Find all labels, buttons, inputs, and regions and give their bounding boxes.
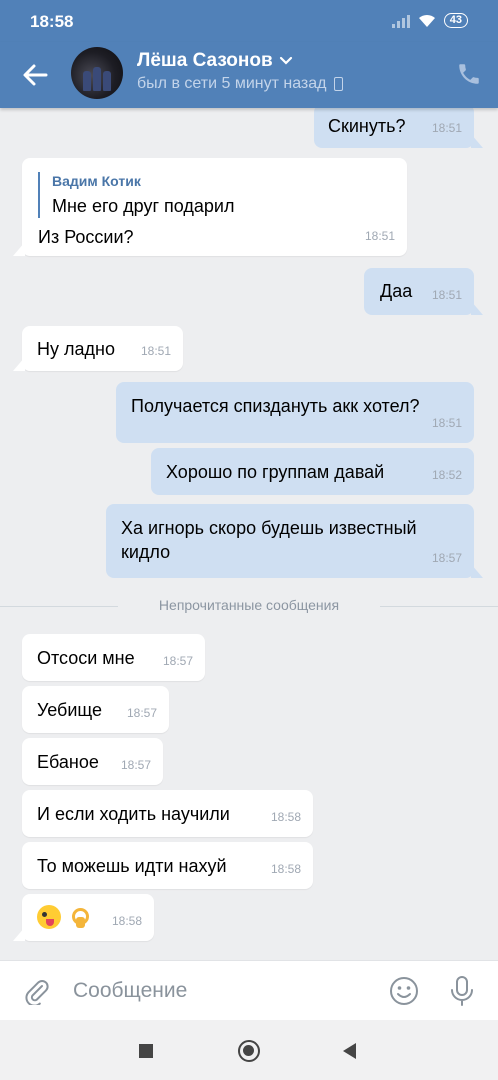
message-incoming[interactable]: Вадим Котик Мне его друг подарил Из Росс… [13, 158, 407, 256]
message-text: Хорошо по группам давай [166, 462, 385, 482]
message-text: И если ходить научили [37, 804, 230, 824]
message-incoming[interactable]: То можешь идти нахуй 18:58 [22, 842, 313, 889]
online-status-text: был в сети 5 минут назад [137, 75, 327, 92]
status-time: 18:58 [30, 12, 74, 31]
quote-author: Вадим Котик [52, 173, 141, 189]
status-bar: 18:58 43 [0, 0, 498, 42]
message-text-line-1: Ха игнорь скоро будешь известный [121, 518, 417, 538]
message-time: 18:57 [431, 551, 462, 565]
message-outgoing[interactable]: Скинуть? 18:51 [314, 108, 483, 148]
paperclip-icon[interactable] [22, 977, 50, 1005]
contact-name-text: Лёша Сазонов [137, 50, 273, 71]
message-text: Ну ладно [37, 339, 115, 359]
crazy-face-emoji-icon [37, 905, 61, 929]
recent-apps-icon[interactable] [139, 1044, 153, 1058]
unread-divider: Непрочитанные сообщения [0, 594, 498, 618]
message-time: 18:57 [120, 758, 151, 772]
back-arrow-icon[interactable] [20, 60, 50, 90]
message-incoming[interactable]: Уебище 18:57 [22, 686, 169, 733]
message-time: 18:52 [431, 468, 462, 482]
message-incoming[interactable]: Ебаное 18:57 [22, 738, 163, 785]
online-status: был в сети 5 минут назад [137, 75, 344, 93]
contact-name[interactable]: Лёша Сазонов [137, 50, 293, 72]
message-text: Скинуть? [328, 116, 406, 136]
system-nav-bar [0, 1020, 498, 1080]
ok-hand-emoji-icon [66, 905, 90, 929]
signal-icon [391, 14, 410, 28]
quote-text: Мне его друг подарил [52, 196, 235, 216]
chat-header: Лёша Сазонов был в сети 5 минут назад [0, 42, 498, 108]
message-text: Отсоси мне [37, 648, 135, 668]
message-time: 18:57 [126, 706, 157, 720]
message-time: 18:51 [140, 344, 171, 358]
message-time: 18:51 [431, 416, 462, 430]
message-text-line-2: кидло [121, 542, 171, 562]
message-time: 18:58 [270, 810, 301, 824]
reply-quote[interactable]: Вадим Котик Мне его друг подарил [38, 172, 234, 218]
message-incoming[interactable]: Отсоси мне 18:57 [22, 634, 205, 681]
battery-icon: 43 [443, 13, 468, 28]
unread-divider-label: Непрочитанные сообщения [158, 597, 340, 613]
message-incoming[interactable]: И если ходить научили 18:58 [22, 790, 313, 837]
wifi-icon [418, 14, 435, 27]
emoji-row [37, 905, 90, 929]
phone-call-icon[interactable] [456, 61, 482, 87]
message-feed[interactable]: Скинуть? 18:51 Вадим Котик Мне его друг … [0, 108, 498, 960]
message-time: 18:58 [111, 914, 142, 928]
message-input[interactable]: Сообщение [73, 979, 187, 1003]
message-text: Ебаное [37, 752, 99, 772]
mobile-device-icon [334, 77, 344, 91]
message-time: 18:51 [364, 229, 395, 243]
message-time: 18:57 [162, 654, 193, 668]
home-icon[interactable] [238, 1040, 260, 1062]
message-incoming[interactable]: 18:58 [13, 894, 154, 941]
message-text: Даа [380, 281, 413, 301]
message-outgoing[interactable]: Даа 18:51 [364, 268, 483, 315]
message-outgoing[interactable]: Ха игнорь скоро будешь известный кидло 1… [106, 504, 483, 578]
message-incoming[interactable]: Ну ладно 18:51 [13, 326, 183, 371]
message-text: Уебище [37, 700, 103, 720]
message-text: Получается спиздануть акк хотел? [131, 396, 420, 416]
status-icons: 43 [391, 13, 468, 28]
message-time: 18:51 [431, 121, 462, 135]
message-time: 18:51 [431, 288, 462, 302]
message-text: То можешь идти нахуй [37, 856, 227, 876]
chevron-down-icon [279, 56, 292, 65]
message-composer: Сообщение [0, 960, 498, 1020]
message-time: 18:58 [270, 862, 301, 876]
message-outgoing[interactable]: Получается спиздануть акк хотел? 18:51 [116, 382, 474, 443]
message-outgoing[interactable]: Хорошо по группам давай 18:52 [151, 448, 474, 495]
emoji-smile-icon[interactable] [388, 975, 420, 1007]
back-triangle-icon[interactable] [343, 1043, 356, 1059]
message-text: Из России? [38, 227, 134, 247]
avatar[interactable] [71, 47, 123, 99]
microphone-icon[interactable] [448, 975, 476, 1007]
